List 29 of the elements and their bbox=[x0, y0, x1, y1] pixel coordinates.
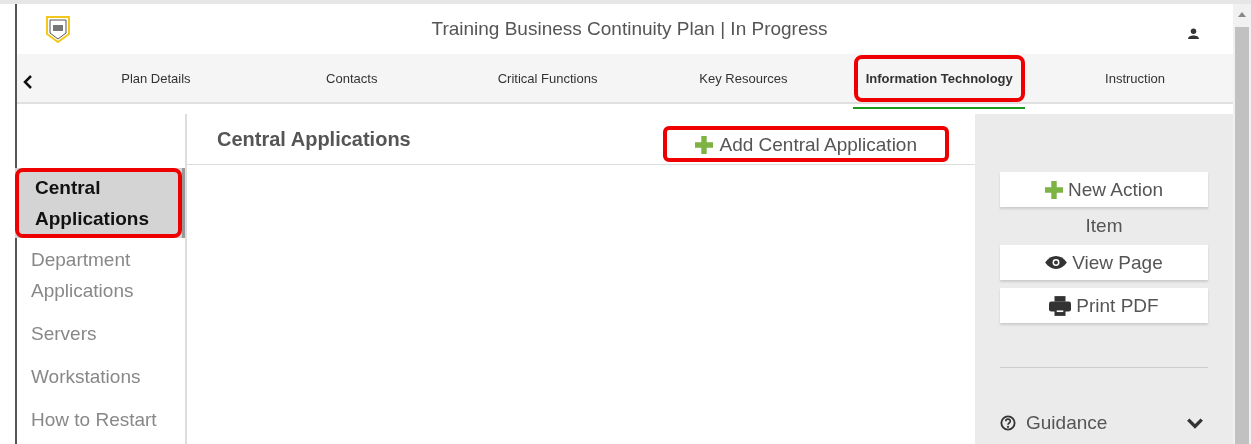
eye-icon bbox=[1045, 256, 1068, 269]
item-label: Item bbox=[1085, 215, 1123, 237]
action-button[interactable]: New Action bbox=[1000, 172, 1208, 207]
sidebar-item[interactable]: Servers bbox=[17, 318, 185, 355]
plus-icon bbox=[1044, 180, 1063, 199]
plus-icon bbox=[695, 136, 714, 154]
guidance-label: Guidance bbox=[1026, 412, 1109, 434]
sidebar-item[interactable]: How to Restart bbox=[17, 404, 185, 441]
action-button[interactable]: Print PDF bbox=[1000, 288, 1208, 323]
help-icon bbox=[1000, 415, 1016, 431]
printer-icon bbox=[1049, 295, 1072, 316]
nav-tab[interactable]: Instruction bbox=[1093, 54, 1178, 102]
page-title: Training Business Continuity Plan | In Progress bbox=[430, 18, 829, 40]
sidebar-item[interactable]: Workstations bbox=[17, 361, 185, 398]
chevron-icon[interactable] bbox=[1186, 417, 1204, 429]
nav-tab[interactable]: Information Technology bbox=[853, 54, 1025, 102]
add-button[interactable]: Add Central Application bbox=[663, 126, 949, 162]
sidebar-item[interactable]: Department Applications bbox=[17, 244, 185, 312]
nav-tab[interactable]: Plan Details bbox=[109, 54, 203, 102]
user-icon[interactable] bbox=[1188, 27, 1199, 39]
scrollbar[interactable] bbox=[1233, 4, 1251, 444]
nav-tab[interactable]: Key Resources bbox=[687, 54, 800, 102]
sidebar-item[interactable]: Central Applications bbox=[15, 168, 185, 238]
action-button[interactable]: View Page bbox=[1000, 245, 1208, 280]
scroll-up-arrow-icon[interactable] bbox=[1238, 12, 1246, 17]
shield-logo-icon bbox=[45, 14, 71, 44]
section-heading: Central Applications bbox=[217, 127, 412, 151]
nav-tab[interactable]: Contacts bbox=[314, 54, 390, 102]
nav-tab[interactable]: Critical Functions bbox=[485, 54, 610, 102]
